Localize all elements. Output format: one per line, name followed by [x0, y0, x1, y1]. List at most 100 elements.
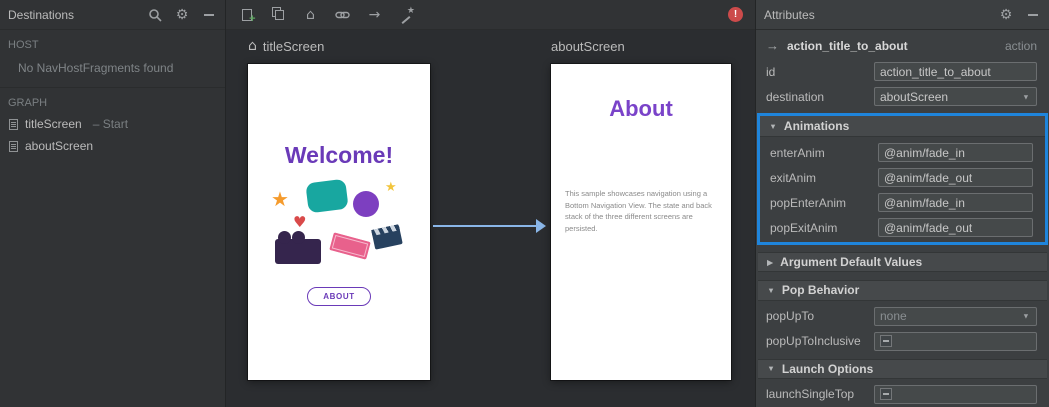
host-label: HOST — [8, 39, 39, 51]
checkbox-dash — [883, 393, 889, 396]
screen-label-titleScreen[interactable]: ⌂ titleScreen — [248, 38, 324, 54]
gear-icon[interactable]: ⚙ — [998, 7, 1014, 23]
error-icon[interactable]: ! — [728, 7, 743, 22]
destinations-panel-title: Destinations — [8, 7, 75, 22]
circle-shape — [353, 191, 379, 217]
destination-dropdown[interactable]: aboutScreen ▼ — [874, 87, 1037, 106]
home-icon: ⌂ — [248, 38, 257, 54]
nav-graph-canvas[interactable]: ⌂ titleScreen Welcome! ★ ★ ♥ ABOUT about… — [226, 30, 755, 407]
enterAnim-label: enterAnim — [770, 145, 825, 160]
selected-action-name: action_title_to_about — [787, 38, 908, 53]
action-arrow-title-to-about[interactable] — [433, 219, 546, 233]
popUpToInclusive-row: popUpToInclusive — [756, 329, 1049, 354]
gear-icon[interactable]: ⚙ — [174, 7, 190, 23]
arrow-head — [536, 219, 546, 233]
plus-badge: + — [249, 12, 256, 25]
enterAnim-row: enterAnim @anim/fade_in — [760, 140, 1045, 165]
minimize-bar — [1028, 13, 1038, 16]
clapperboard-shape — [371, 224, 403, 250]
enterAnim-input[interactable]: @anim/fade_in — [878, 143, 1033, 162]
graph-item-titleScreen[interactable]: titleScreen – Start — [0, 113, 225, 135]
launchSingleTop-checkbox[interactable] — [874, 384, 1037, 404]
checkbox-indeterminate-icon — [880, 335, 892, 348]
graph-label: GRAPH — [8, 97, 48, 109]
caret-down-icon: ▼ — [767, 364, 775, 374]
action-arrow-icon: → — [766, 38, 779, 53]
popExitAnim-row: popExitAnim @anim/fade_out — [760, 215, 1045, 240]
popUpTo-row: popUpTo none ▼ — [756, 304, 1049, 329]
minimize-icon[interactable] — [201, 7, 217, 23]
about-button-preview: ABOUT — [307, 287, 371, 306]
search-icon[interactable] — [147, 7, 163, 23]
id-label: id — [766, 64, 776, 79]
id-field-row: id action_title_to_about — [756, 59, 1049, 84]
animations-selection-highlight: ▼ Animations enterAnim @anim/fade_in exi… — [757, 113, 1048, 245]
destinations-header-icons: ⚙ — [147, 7, 217, 23]
launchSingleTop-label: launchSingleTop — [766, 387, 855, 402]
exitAnim-row: exitAnim @anim/fade_out — [760, 165, 1045, 190]
link-icon[interactable] — [334, 6, 351, 23]
exitAnim-label: exitAnim — [770, 170, 817, 185]
attributes-panel: Attributes ⚙ → action_title_to_about act… — [755, 0, 1049, 407]
popUpTo-label: popUpTo — [766, 309, 815, 324]
graph-item-suffix: – Start — [92, 117, 129, 131]
popEnterAnim-input[interactable]: @anim/fade_in — [878, 193, 1033, 212]
editor-toolbar: + ⌂ → ★ ! — [226, 0, 755, 30]
home-icon[interactable]: ⌂ — [302, 6, 319, 23]
launch-options-section-header[interactable]: ▼ Launch Options — [758, 358, 1047, 379]
screen-label-aboutScreen[interactable]: aboutScreen — [551, 39, 625, 54]
new-destination-icon[interactable]: + — [238, 6, 256, 24]
action-arrow-icon[interactable]: → — [366, 6, 383, 23]
pop-behavior-section-header[interactable]: ▼ Pop Behavior — [758, 280, 1047, 301]
argument-defaults-section-header[interactable]: ▶ Argument Default Values — [758, 252, 1047, 273]
sparkle-icon: ★ — [406, 5, 415, 15]
popUpToInclusive-label: popUpToInclusive — [766, 334, 861, 349]
animations-section-header[interactable]: ▼ Animations — [760, 116, 1045, 137]
destination-icon — [9, 140, 18, 152]
camera-reel — [278, 231, 291, 244]
caret-down-icon: ▼ — [769, 121, 777, 131]
heart-icon: ♥ — [293, 213, 307, 231]
host-section: HOST No NavHostFragments found — [0, 30, 225, 88]
checkbox-dash — [883, 340, 889, 343]
graph-item-aboutScreen[interactable]: aboutScreen — [0, 135, 225, 157]
preview-aboutScreen[interactable]: About This sample showcases navigation u… — [551, 64, 731, 380]
popEnterAnim-row: popEnterAnim @anim/fade_in — [760, 190, 1045, 215]
design-surface: + ⌂ → ★ ! ⌂ titleScreen Welcome! ★ ★ ♥ A… — [226, 0, 755, 407]
new-destination-box: + — [241, 8, 256, 24]
chevron-down-icon: ▼ — [1022, 92, 1030, 101]
selected-action-row: → action_title_to_about action — [756, 30, 1049, 59]
destinations-panel: Destinations ⚙ HOST No NavHostFragments … — [0, 0, 226, 407]
duplicate-front — [275, 10, 284, 20]
auto-arrange-icon[interactable]: ★ — [398, 5, 415, 24]
exitAnim-input[interactable]: @anim/fade_out — [878, 168, 1033, 187]
minimize-icon[interactable] — [1025, 7, 1041, 23]
about-heading: About — [609, 96, 673, 121]
mask-shape — [305, 178, 349, 214]
movie-camera-shape — [275, 231, 321, 264]
attributes-panel-title: Attributes — [764, 7, 815, 22]
id-input[interactable]: action_title_to_about — [874, 62, 1037, 81]
duplicate-icon[interactable] — [270, 6, 287, 23]
destinations-panel-header: Destinations ⚙ — [0, 0, 225, 30]
caret-right-icon: ▶ — [767, 257, 774, 267]
screen-title: titleScreen — [262, 38, 325, 54]
star-icon: ★ — [385, 180, 397, 195]
preview-titleScreen[interactable]: Welcome! ★ ★ ♥ ABOUT — [248, 64, 430, 380]
ticket-shape — [329, 232, 371, 260]
chevron-down-icon: ▼ — [1022, 311, 1030, 321]
animations-section-title: Animations — [783, 119, 850, 133]
graph-item-name: titleScreen — [25, 117, 82, 131]
popUpToInclusive-checkbox[interactable] — [874, 331, 1037, 351]
popEnterAnim-label: popEnterAnim — [770, 195, 847, 210]
wand-bar — [401, 16, 411, 24]
popExitAnim-input[interactable]: @anim/fade_out — [878, 218, 1033, 237]
popUpTo-dropdown[interactable]: none ▼ — [874, 306, 1037, 326]
welcome-heading: Welcome! — [284, 142, 394, 168]
destination-icon — [9, 118, 18, 130]
checkbox-indeterminate-icon — [880, 388, 892, 401]
launchSingleTop-row: launchSingleTop — [756, 382, 1049, 407]
title-illustration: ★ ★ ♥ — [271, 178, 407, 277]
destination-label: destination — [766, 89, 825, 104]
caret-down-icon: ▼ — [767, 286, 775, 295]
